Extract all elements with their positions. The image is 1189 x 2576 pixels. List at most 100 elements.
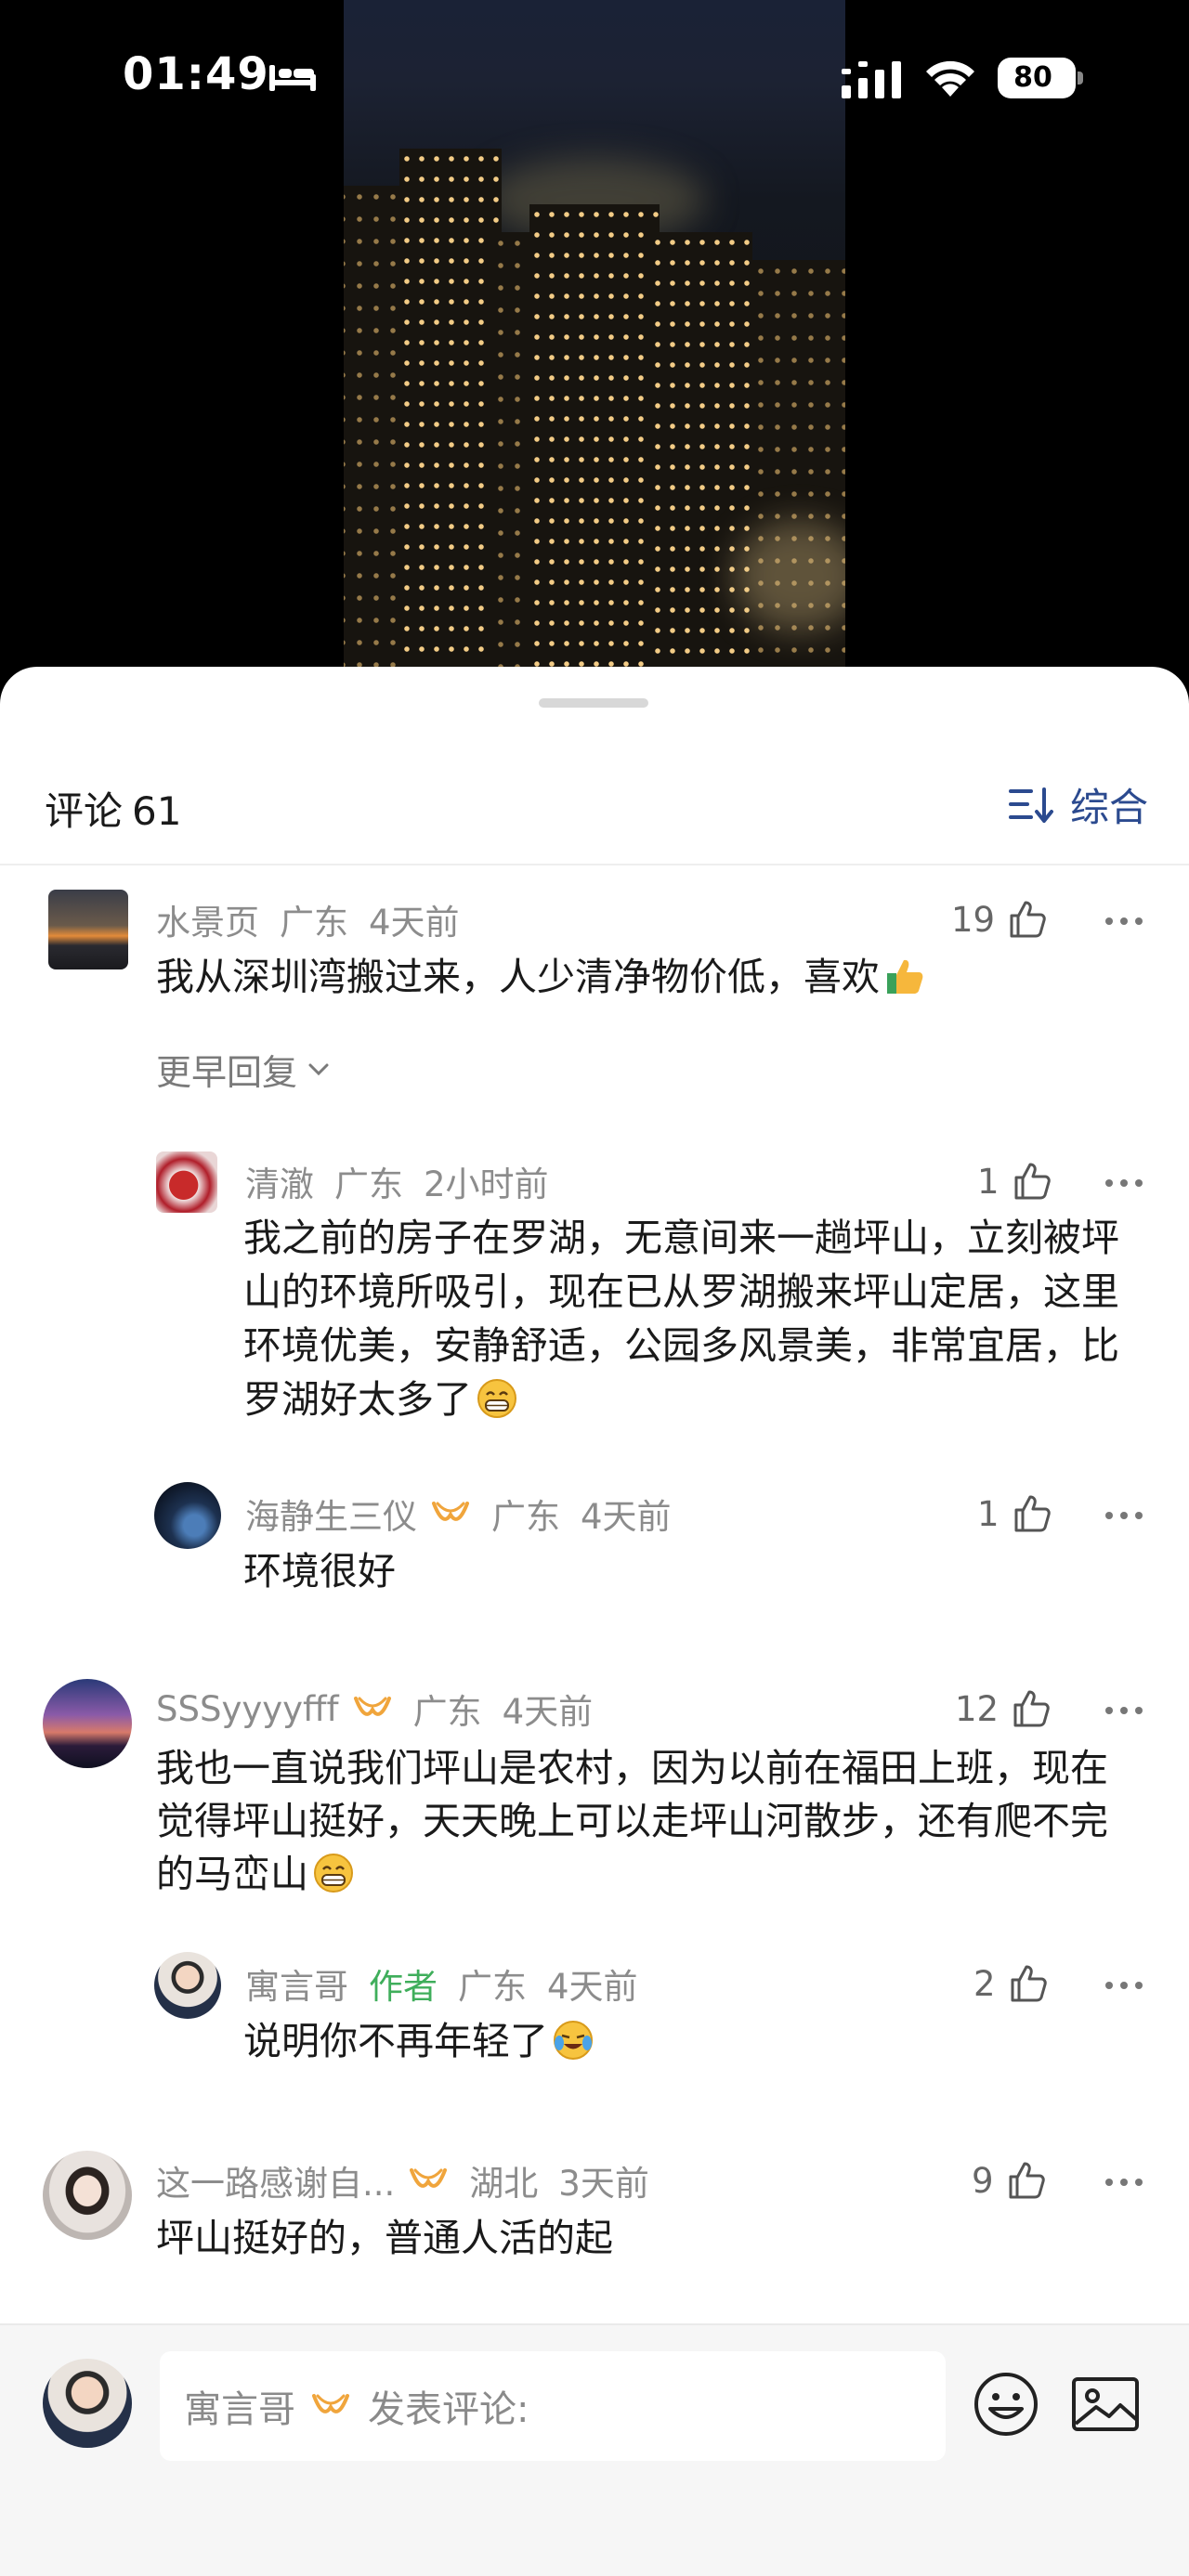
comment-title: 评论 61 xyxy=(45,780,181,837)
input-username: 寓言哥 xyxy=(184,2388,295,2431)
signal-icon xyxy=(842,61,901,98)
comment-text-content: 我从深圳湾搬过来，人少清净物价低，喜欢 xyxy=(156,955,880,999)
like-count: 1 xyxy=(977,1493,1000,1534)
thumb-up-icon xyxy=(1014,1495,1051,1532)
reply-time: 4天前 xyxy=(547,1967,638,2007)
vip-badge-icon xyxy=(353,1697,391,1716)
thumb-up-icon xyxy=(1011,1965,1047,2002)
comment-time: 4天前 xyxy=(369,903,460,943)
comment-text-content: 我也一直说我们坪山是农村，因为以前在福田上班，现在觉得坪山挺好，天天晚上可以走坪… xyxy=(156,1746,1108,1896)
thumb-up-icon xyxy=(1013,1690,1050,1727)
reply-meta: 海静生三仪 广东 4天前 xyxy=(245,1489,672,1539)
input-placeholder-text: 发表评论: xyxy=(368,2388,529,2431)
avatar[interactable] xyxy=(154,1952,221,2019)
comment-meta: SSSyyyyfff 广东 4天前 xyxy=(156,1686,594,1733)
emoji-icon[interactable] xyxy=(972,2370,1040,2439)
reply-meta: 清澈 广东 2小时前 xyxy=(245,1156,549,1206)
like-button[interactable]: 12 xyxy=(955,1686,1051,1731)
reply-location: 广东 xyxy=(458,1967,527,2007)
reply-username[interactable]: 海静生三仪 xyxy=(245,1489,417,1539)
like-count: 1 xyxy=(977,1161,1000,1202)
avatar[interactable] xyxy=(43,1679,132,1768)
reply-text: 说明你不再年轻了 xyxy=(243,2015,1135,2067)
reply-text-content: 说明你不再年轻了 xyxy=(243,2019,548,2063)
comment-input-placeholder: 寓言哥 发表评论: xyxy=(184,2351,529,2461)
status-time: 01:49 xyxy=(123,48,269,100)
like-button[interactable]: 2 xyxy=(973,1961,1048,2006)
bed-icon xyxy=(269,65,316,91)
like-count: 12 xyxy=(955,1688,1000,1729)
comment-input-bar: 寓言哥 发表评论: xyxy=(0,2323,1189,2576)
like-button[interactable]: 19 xyxy=(951,897,1047,942)
battery-level: 80 xyxy=(1013,61,1052,94)
thumbs-up-emoji-icon xyxy=(887,959,923,994)
reply-time: 4天前 xyxy=(581,1497,672,1537)
grinning-emoji-icon xyxy=(477,1379,516,1418)
tears-of-joy-emoji-icon xyxy=(554,2021,593,2060)
chevron-down-icon xyxy=(308,1063,329,1075)
vip-badge-icon xyxy=(312,2394,349,2413)
comment-location: 广东 xyxy=(280,903,348,943)
drag-handle[interactable] xyxy=(539,698,648,708)
reply-text-content: 我之前的房子在罗湖，无意间来一趟坪山，立刻被坪山的环境所吸引，现在已从罗湖搬来坪… xyxy=(243,1216,1119,1422)
thumb-up-icon xyxy=(1009,2162,1045,2199)
video-player[interactable]: 01:49 80 xyxy=(0,0,1189,706)
sort-label: 综合 xyxy=(1069,784,1148,830)
like-count: 2 xyxy=(973,1963,996,2004)
comment-text: 我也一直说我们坪山是农村，因为以前在福田上班，现在觉得坪山挺好，天天晚上可以走坪… xyxy=(156,1742,1141,1901)
thumb-up-icon xyxy=(1010,901,1046,938)
status-bar: 01:49 80 xyxy=(0,0,1189,158)
reply-username[interactable]: 寓言哥 xyxy=(245,1958,348,2009)
vip-badge-icon xyxy=(432,1502,469,1521)
earlier-replies-button[interactable]: 更早回复 xyxy=(156,1044,331,1095)
more-icon[interactable] xyxy=(1105,1491,1146,1536)
battery-icon: 80 xyxy=(998,58,1083,98)
more-icon[interactable] xyxy=(1105,1686,1146,1731)
more-icon[interactable] xyxy=(1105,2158,1146,2203)
comment-location: 广东 xyxy=(412,1692,482,1732)
grinning-emoji-icon xyxy=(314,1854,353,1893)
reply-username[interactable]: 清澈 xyxy=(245,1156,314,1206)
comment-text: 我从深圳湾搬过来，人少清净物价低，喜欢 xyxy=(156,951,1141,1003)
wifi-icon xyxy=(926,60,974,97)
reply-text: 环境很好 xyxy=(243,1549,396,1594)
comment-time: 3天前 xyxy=(558,2164,649,2204)
sort-icon xyxy=(1008,787,1053,823)
like-button[interactable]: 9 xyxy=(972,2158,1046,2203)
avatar[interactable] xyxy=(43,2151,132,2240)
current-user-avatar[interactable] xyxy=(43,2359,132,2448)
more-icon[interactable] xyxy=(1105,1159,1146,1203)
comment-input[interactable]: 寓言哥 发表评论: xyxy=(160,2351,946,2461)
avatar[interactable] xyxy=(48,890,128,969)
comment-meta: 水景页 广东 4天前 xyxy=(156,894,460,944)
reply-location: 广东 xyxy=(491,1497,560,1537)
comment-header: 评论 61 综合 xyxy=(0,750,1189,862)
author-badge: 作者 xyxy=(369,1967,438,2007)
more-icon[interactable] xyxy=(1105,897,1146,942)
earlier-replies-label: 更早回复 xyxy=(156,1052,298,1093)
comment-username[interactable]: SSSyyyyfff xyxy=(156,1689,339,1729)
vip-badge-icon xyxy=(410,2168,448,2188)
sort-button[interactable]: 综合 xyxy=(1008,776,1148,832)
comment-sheet: 评论 61 综合 水景页 广东 4天前 19 我从深圳湾搬过来，人少清净物价低，… xyxy=(0,667,1189,2576)
avatar[interactable] xyxy=(156,1151,217,1213)
reply-text: 我之前的房子在罗湖，无意间来一趟坪山，立刻被坪山的环境所吸引，现在已从罗湖搬来坪… xyxy=(243,1211,1135,1426)
image-icon[interactable] xyxy=(1070,2370,1141,2439)
comment-username[interactable]: 这一路感谢自... xyxy=(156,2155,395,2205)
avatar[interactable] xyxy=(154,1482,221,1549)
comment-count: 61 xyxy=(132,788,182,834)
comment-username[interactable]: 水景页 xyxy=(156,894,259,944)
like-count: 19 xyxy=(951,899,996,940)
comment-title-label: 评论 xyxy=(45,788,124,834)
reply-meta: 寓言哥 作者 广东 4天前 xyxy=(245,1958,638,2009)
like-button[interactable]: 1 xyxy=(977,1159,1052,1203)
thumb-up-icon xyxy=(1014,1163,1051,1200)
comment-time: 4天前 xyxy=(502,1692,594,1732)
like-count: 9 xyxy=(972,2160,994,2201)
more-icon[interactable] xyxy=(1105,1961,1146,2006)
like-button[interactable]: 1 xyxy=(977,1491,1052,1536)
reply-location: 广东 xyxy=(334,1164,403,1204)
comment-location: 湖北 xyxy=(469,2164,539,2204)
comment-meta: 这一路感谢自... 湖北 3天前 xyxy=(156,2155,649,2205)
reply-time: 2小时前 xyxy=(424,1164,549,1204)
